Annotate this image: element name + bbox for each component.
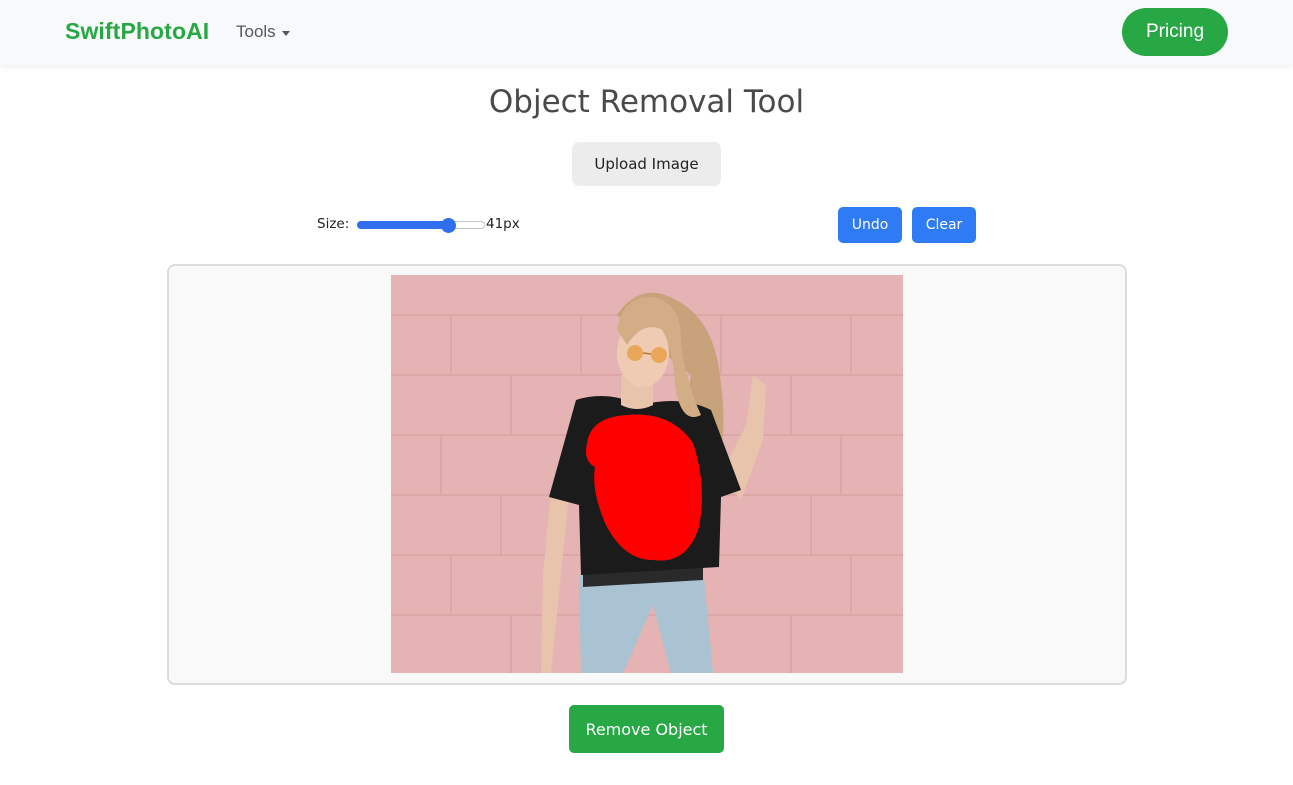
caret-down-icon (281, 30, 290, 36)
slider-thumb[interactable] (440, 218, 456, 233)
navbar: SwiftPhotoAI Tools Pricing (0, 0, 1293, 65)
tools-label: Tools (236, 22, 276, 41)
editable-image-canvas[interactable] (391, 275, 903, 673)
slider-fill (357, 221, 449, 229)
photo-illustration (391, 275, 903, 673)
tools-dropdown[interactable]: Tools (236, 22, 290, 42)
clear-button[interactable]: Clear (912, 207, 976, 243)
brush-size-value: 41px (486, 216, 520, 232)
upload-image-button[interactable]: Upload Image (572, 142, 721, 186)
brush-size-label: Size: (317, 216, 350, 232)
pricing-button[interactable]: Pricing (1122, 8, 1228, 56)
remove-object-button[interactable]: Remove Object (569, 705, 724, 753)
page-title: Object Removal Tool (488, 84, 805, 120)
undo-button[interactable]: Undo (838, 207, 902, 243)
brush-size-slider[interactable] (357, 218, 485, 233)
brand-logo[interactable]: SwiftPhotoAI (65, 18, 209, 45)
